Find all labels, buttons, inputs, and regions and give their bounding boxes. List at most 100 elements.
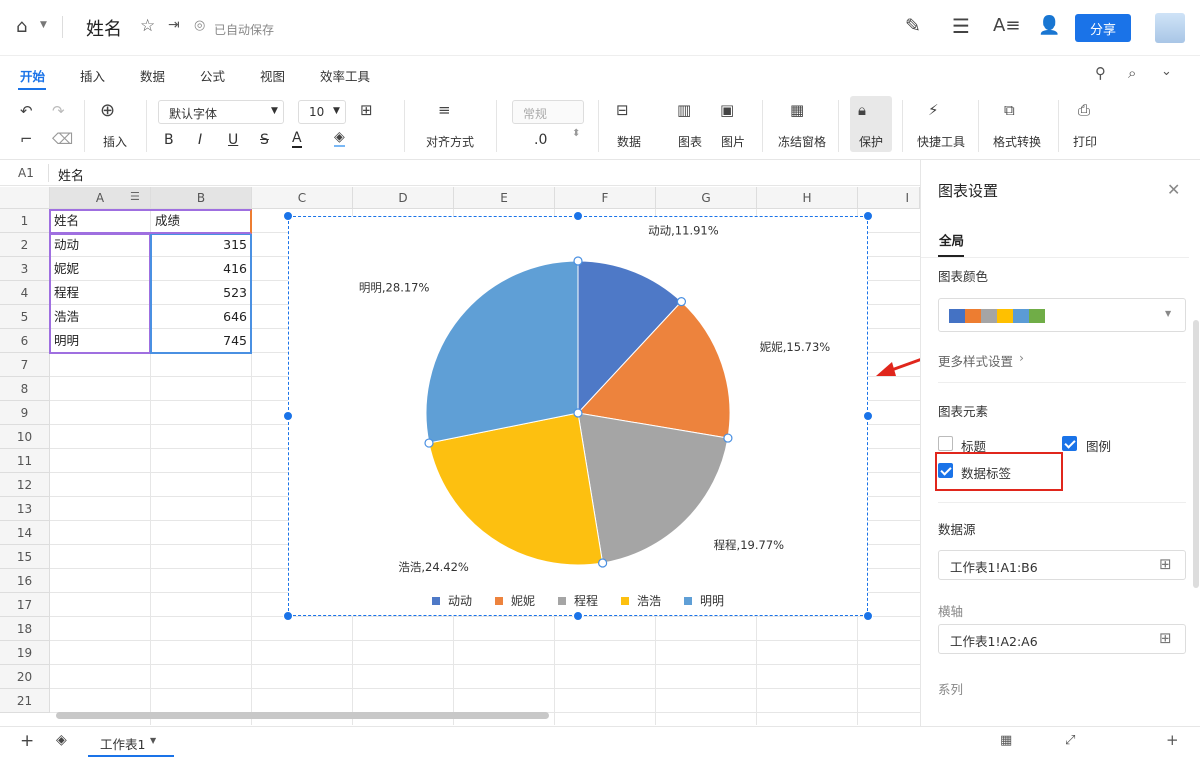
row-header[interactable]: 3 <box>0 257 50 281</box>
redo-icon[interactable]: ↷ <box>52 102 65 120</box>
column-header[interactable]: D <box>353 187 454 209</box>
font-select[interactable]: 默认字体 ▼ <box>158 100 284 124</box>
lock-icon[interactable]: 🔒︎ <box>858 101 866 119</box>
column-header[interactable]: B <box>151 187 252 209</box>
freeze-label[interactable]: 冻结窗格 <box>778 133 826 150</box>
legend-checkbox[interactable] <box>1062 436 1077 451</box>
strikethrough-button[interactable]: S <box>260 132 269 148</box>
row-header[interactable]: 13 <box>0 497 50 521</box>
sheet-tab[interactable]: 工作表1 ▼ <box>88 727 174 757</box>
data-label[interactable]: 数据 <box>617 133 641 150</box>
data-source-field[interactable]: 工作表1!A1:B6 ⊞ <box>938 550 1186 580</box>
tab-formula[interactable]: 公式 <box>200 66 225 85</box>
home-dropdown-icon[interactable]: ▼ <box>40 20 47 30</box>
tab-view[interactable]: 视图 <box>260 66 285 85</box>
italic-button[interactable]: I <box>198 132 202 148</box>
number-format-select[interactable]: 常规 <box>512 100 584 124</box>
resize-handle[interactable] <box>863 611 873 621</box>
border-icon[interactable]: ⊞ <box>360 101 373 119</box>
row-header[interactable]: 4 <box>0 281 50 305</box>
close-icon[interactable]: ✕ <box>1167 180 1180 199</box>
print-label[interactable]: 打印 <box>1073 133 1097 150</box>
filter-icon[interactable]: ☰ <box>130 190 140 203</box>
undo-icon[interactable]: ↶ <box>20 102 33 120</box>
share-button[interactable]: 分享 <box>1075 14 1131 42</box>
bold-button[interactable]: B <box>164 132 174 148</box>
formula-input[interactable]: 姓名 <box>58 165 84 184</box>
chart-label[interactable]: 图表 <box>678 133 702 150</box>
grid-view-icon[interactable]: ▦ <box>1000 733 1012 748</box>
range-select-icon[interactable]: ⊞ <box>1159 555 1172 573</box>
title-checkbox[interactable] <box>938 436 953 451</box>
convert-icon[interactable]: ⧉ <box>1004 101 1015 119</box>
select-all-corner[interactable] <box>0 187 50 209</box>
align-icon[interactable]: ≡ <box>438 101 451 119</box>
row-header[interactable]: 11 <box>0 449 50 473</box>
row-header[interactable]: 9 <box>0 401 50 425</box>
fill-color-icon[interactable]: ◈ <box>334 129 345 147</box>
row-header[interactable]: 16 <box>0 569 50 593</box>
search-icon[interactable]: ⌕ <box>1128 64 1136 82</box>
row-header[interactable]: 6 <box>0 329 50 353</box>
resize-handle[interactable] <box>863 411 873 421</box>
column-header[interactable]: H <box>757 187 858 209</box>
quick-tools-label[interactable]: 快捷工具 <box>917 133 965 150</box>
insert-label[interactable]: 插入 <box>103 133 127 150</box>
brush-icon[interactable]: ⚲ <box>1095 64 1106 82</box>
resize-handle[interactable] <box>283 211 293 221</box>
column-header[interactable]: F <box>555 187 656 209</box>
tab-insert[interactable]: 插入 <box>80 66 105 85</box>
row-header[interactable]: 18 <box>0 617 50 641</box>
star-icon[interactable]: ☆ <box>140 16 155 36</box>
font-color-button[interactable]: A <box>292 130 302 148</box>
cell-reference[interactable]: A1 <box>18 166 34 180</box>
convert-label[interactable]: 格式转换 <box>993 133 1041 150</box>
resize-handle[interactable] <box>283 411 293 421</box>
pie-chart[interactable]: 动动,11.91% 妮妮,15.73% 程程,19.77% 浩浩,24.42% 明明,2… <box>289 217 869 617</box>
range-select-icon[interactable]: ⊞ <box>1159 629 1172 647</box>
stepper-icon[interactable]: ⬍ <box>572 128 580 139</box>
horizontal-scrollbar[interactable] <box>56 712 549 719</box>
row-header[interactable]: 21 <box>0 689 50 713</box>
series-point-handle[interactable] <box>573 408 583 418</box>
row-header[interactable]: 1 <box>0 209 50 233</box>
font-size-icon[interactable]: A≡ <box>993 15 1020 36</box>
underline-button[interactable]: U <box>228 132 238 148</box>
layers-icon[interactable]: ◈ <box>56 732 67 748</box>
image-icon[interactable]: ▣ <box>720 101 734 119</box>
column-header[interactable]: E <box>454 187 555 209</box>
chevron-right-icon[interactable]: › <box>1019 350 1024 365</box>
more-style-link[interactable]: 更多样式设置 <box>938 351 1013 370</box>
resize-handle[interactable] <box>573 611 583 621</box>
column-header[interactable]: C <box>252 187 353 209</box>
edit-doc-icon[interactable]: ✎ <box>905 15 921 37</box>
chart-icon[interactable]: ▥ <box>677 101 691 119</box>
row-header[interactable]: 12 <box>0 473 50 497</box>
print-icon[interactable]: ⎙ <box>1078 101 1090 119</box>
fullscreen-icon[interactable]: ⤢ <box>1065 733 1075 748</box>
row-header[interactable]: 7 <box>0 353 50 377</box>
collapse-ribbon-icon[interactable]: ⌄ <box>1161 64 1172 79</box>
tab-data[interactable]: 数据 <box>140 66 165 85</box>
column-header[interactable]: I <box>858 187 920 209</box>
chart-frame[interactable]: 动动,11.91% 妮妮,15.73% 程程,19.77% 浩浩,24.42% 明明,2… <box>288 216 868 616</box>
add-sheet-icon[interactable]: + <box>20 731 34 751</box>
align-label[interactable]: 对齐方式 <box>426 133 474 150</box>
image-label[interactable]: 图片 <box>721 133 745 150</box>
tab-global[interactable]: 全局 <box>939 230 964 249</box>
row-header[interactable]: 20 <box>0 665 50 689</box>
resize-handle[interactable] <box>283 611 293 621</box>
row-header[interactable]: 17 <box>0 593 50 617</box>
move-icon[interactable]: ⇥ <box>168 17 180 33</box>
panel-scrollbar[interactable] <box>1193 320 1199 588</box>
row-header[interactable]: 5 <box>0 305 50 329</box>
protect-label[interactable]: 保护 <box>859 133 883 150</box>
row-header[interactable]: 15 <box>0 545 50 569</box>
tab-start[interactable]: 开始 <box>20 66 45 85</box>
quick-tools-icon[interactable]: ⚡ <box>928 101 939 119</box>
pie-slice[interactable] <box>425 260 579 444</box>
row-header[interactable]: 8 <box>0 377 50 401</box>
row-header[interactable]: 10 <box>0 425 50 449</box>
axis-field[interactable]: 工作表1!A2:A6 ⊞ <box>938 624 1186 654</box>
series-point-handle[interactable] <box>573 256 583 266</box>
